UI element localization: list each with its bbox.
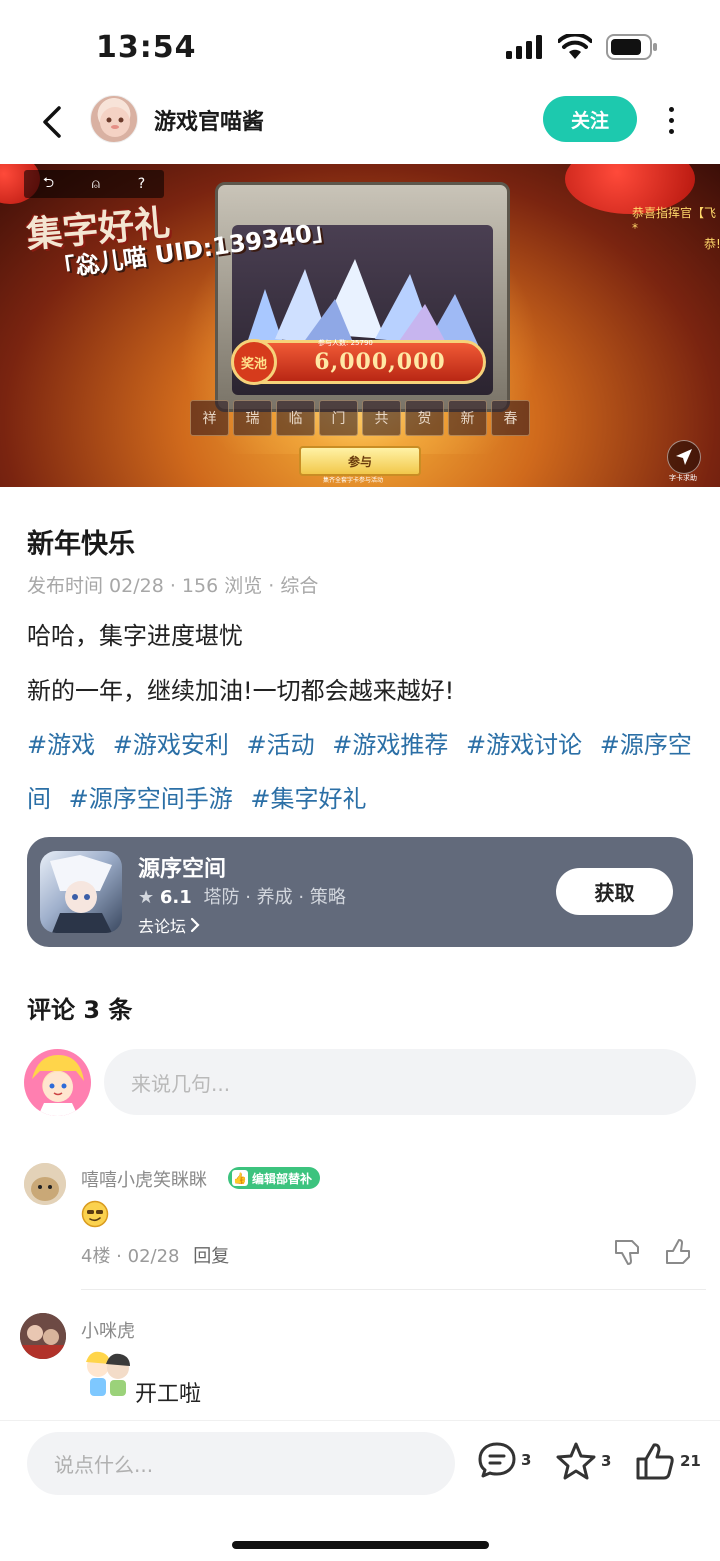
thumb-badge-icon: 👍 <box>232 1170 248 1186</box>
author-avatar[interactable] <box>90 95 138 143</box>
character-slot: 门 <box>319 400 358 436</box>
comment-meta: 4楼 · 02/28 回复 <box>81 1242 229 1268</box>
commenter-avatar[interactable] <box>24 1163 66 1205</box>
join-event-button: 参与 <box>299 446 421 476</box>
more-dot <box>668 106 674 112</box>
game-genres: 塔防 · 养成 · 策略 <box>203 887 346 908</box>
game-name: 源序空间 <box>138 857 227 882</box>
get-game-button[interactable]: 获取 <box>556 868 673 915</box>
go-forum-label: 去论坛 <box>138 917 187 936</box>
editor-badge-label: 编辑部替补 <box>252 1171 313 1186</box>
follow-button[interactable]: 关注 <box>543 96 637 142</box>
chevron-right-icon <box>190 917 200 933</box>
comment-divider <box>81 1289 706 1290</box>
bottom-comment-input[interactable]: 说点什么... <box>27 1432 455 1495</box>
post-tags: #游戏 #游戏安利 #活动 #游戏推荐 #游戏讨论 #源序空间 #源序空间手游 … <box>27 718 707 826</box>
comment-text: 开工啦 <box>135 1382 202 1407</box>
commenter-avatar[interactable] <box>20 1313 66 1359</box>
banner-announcement: 恭喜指挥官【飞* <box>632 206 717 235</box>
banner-announcement-2: 恭! <box>704 237 720 251</box>
tag-link[interactable]: #游戏讨论 <box>466 731 582 759</box>
avatar-image <box>32 1055 84 1116</box>
character-slot: 临 <box>276 400 315 436</box>
character-slot: 瑞 <box>233 400 272 436</box>
status-icons <box>506 34 658 60</box>
comment-bubble-icon <box>478 1442 516 1478</box>
character-slot: 新 <box>448 400 487 436</box>
banner-toolbar: ⮌ ⍝ ? <box>24 170 164 198</box>
post-body-line: 哈哈，集字进度堪忧 <box>27 622 243 650</box>
back-button[interactable] <box>30 100 74 144</box>
help-icon: ? <box>137 176 146 192</box>
chevron-left-icon <box>43 106 61 138</box>
tag-link[interactable]: #游戏 <box>27 731 95 759</box>
cat-avatar-image <box>24 1163 66 1205</box>
tag-link[interactable]: #源序空间手游 <box>69 785 233 813</box>
tag-link[interactable]: #游戏安利 <box>113 731 229 759</box>
character-slot: 贺 <box>405 400 444 436</box>
tag-link[interactable]: #游戏推荐 <box>332 731 448 759</box>
participants-count: 参与人数: 25790 <box>318 339 373 347</box>
chat-icon: ⍝ <box>91 176 101 192</box>
like-count: 21 <box>680 1452 701 1470</box>
like-icon[interactable] <box>663 1237 693 1267</box>
more-dot <box>668 128 674 134</box>
join-hint: 集齐全套字卡参与活动 <box>323 477 384 484</box>
comment-count: 3 <box>521 1451 532 1469</box>
go-forum-link[interactable]: 去论坛 <box>138 913 200 937</box>
character-slots: 祥 瑞 临 门 共 贺 新 春 <box>190 400 530 436</box>
back-icon: ⮌ <box>42 175 55 191</box>
character-slot: 祥 <box>190 400 229 436</box>
bottom-action-bar: 说点什么... 3 3 21 <box>0 1420 720 1561</box>
smiley-emoji-icon <box>81 1200 109 1228</box>
more-dot <box>668 117 674 123</box>
reply-button[interactable]: 回复 <box>193 1246 229 1267</box>
dislike-icon[interactable] <box>612 1237 642 1267</box>
send-icon <box>667 440 701 474</box>
star-icon: ★ <box>138 887 155 908</box>
tag-link[interactable]: #集字好礼 <box>250 785 366 813</box>
thumbs-up-icon <box>636 1443 674 1480</box>
status-bar: 13:54 <box>0 0 720 90</box>
author-name[interactable]: 游戏官喵酱 <box>154 104 264 136</box>
comment-input[interactable]: 来说几句... <box>104 1049 696 1115</box>
character-slot: 春 <box>491 400 530 436</box>
game-rating: 6.1 <box>159 887 192 908</box>
sticker-image <box>86 1351 130 1396</box>
comments-title: 评论 3 条 <box>27 996 133 1024</box>
post-body-line: 新的一年，继续加油!一切都会越来越好! <box>27 677 455 705</box>
battery-icon <box>606 34 657 60</box>
post-meta: 发布时间 02/28 · 156 浏览 · 综合 <box>27 575 319 597</box>
star-icon <box>556 1442 596 1480</box>
post-title: 新年快乐 <box>27 529 135 560</box>
game-icon <box>40 851 122 933</box>
nav-bar: 游戏官喵酱 关注 <box>0 90 720 160</box>
favorite-count: 3 <box>601 1452 612 1470</box>
commenter-name[interactable]: 嘻嘻小虎笑眯眯 <box>81 1166 207 1192</box>
character-slot: 共 <box>362 400 401 436</box>
avatar-image <box>20 1313 66 1359</box>
game-meta: ★ 6.1 塔防 · 养成 · 策略 <box>138 883 346 909</box>
signal-icon <box>506 35 542 59</box>
more-options-button[interactable] <box>656 100 686 140</box>
editor-badge: 👍 编辑部替补 <box>228 1167 321 1189</box>
share-label: 字卡求助 <box>669 474 697 482</box>
favorite-stat[interactable]: 3 <box>555 1441 611 1481</box>
my-avatar <box>24 1049 91 1116</box>
prize-pool-tag: 奖池 <box>231 339 277 385</box>
commenter-name[interactable]: 小咪虎 <box>81 1317 135 1343</box>
avatar-image <box>100 107 130 137</box>
game-character-art <box>50 855 112 933</box>
comment-stat[interactable]: 3 <box>477 1441 531 1479</box>
home-indicator <box>232 1541 489 1549</box>
tag-link[interactable]: #活动 <box>247 731 315 759</box>
wifi-icon <box>558 34 592 59</box>
comment-floor-date: 4楼 · 02/28 <box>81 1246 180 1267</box>
status-time: 13:54 <box>96 30 197 65</box>
post-banner-image[interactable]: 奖池 6,000,000 参与人数: 25790 ⮌ ⍝ ? 集字好礼 「惢儿喵… <box>0 164 720 487</box>
prize-pool-value: 6,000,000 <box>314 349 446 375</box>
game-card[interactable]: 源序空间 ★ 6.1 塔防 · 养成 · 策略 去论坛 获取 <box>27 837 693 947</box>
like-stat[interactable]: 21 <box>634 1441 701 1481</box>
